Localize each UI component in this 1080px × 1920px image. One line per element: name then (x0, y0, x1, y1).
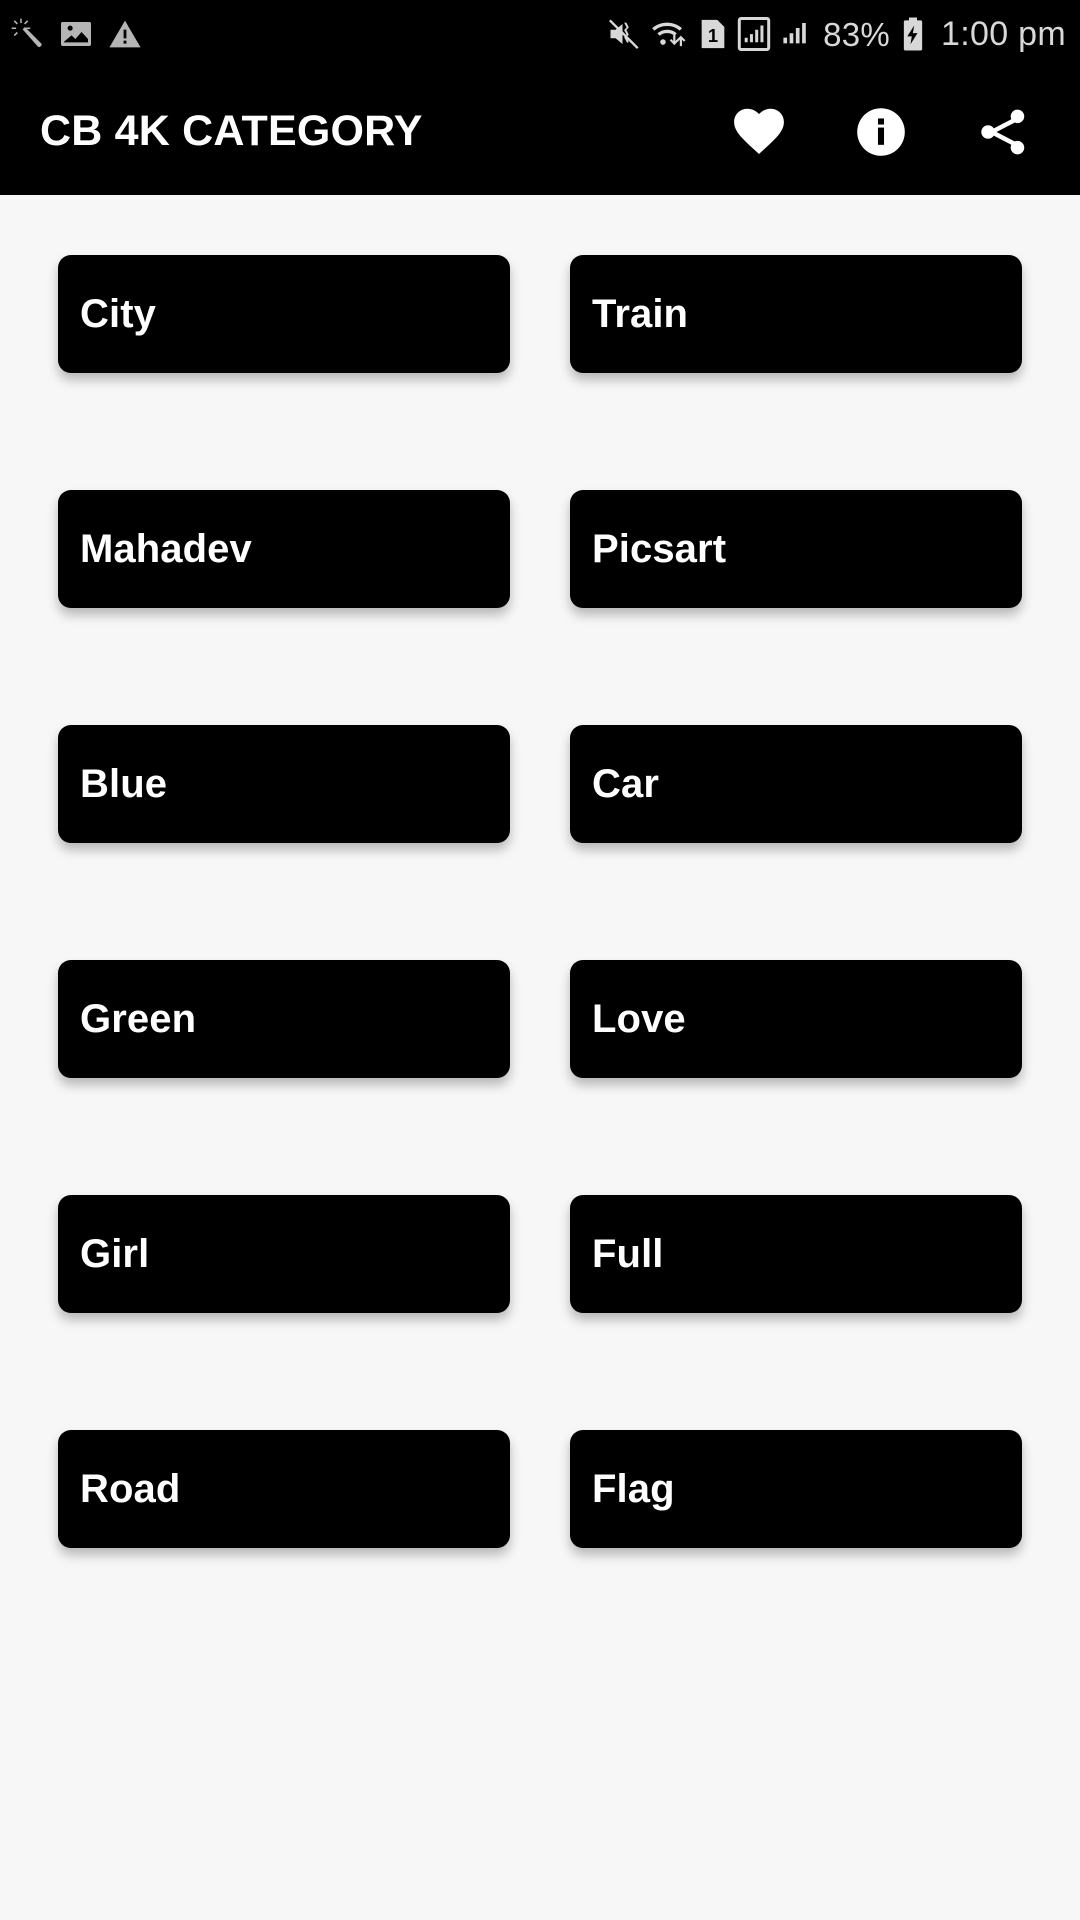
status-bar: 1 83% 1:00 pm (0, 0, 1080, 68)
warning-triangle-icon (108, 17, 142, 51)
category-card[interactable]: Girl (58, 1195, 510, 1313)
category-card[interactable]: Full (570, 1195, 1022, 1313)
category-card[interactable]: Love (570, 960, 1022, 1078)
page-title: CB 4K CATEGORY (40, 107, 423, 155)
signal-bars-icon (780, 17, 814, 51)
category-label: Road (80, 1466, 181, 1511)
status-bar-right-group: 1 83% 1:00 pm (606, 16, 1066, 52)
category-label: Green (80, 996, 197, 1041)
category-card[interactable]: Car (570, 725, 1022, 843)
image-icon (58, 16, 94, 52)
magic-wand-icon (10, 17, 44, 51)
category-label: Girl (80, 1231, 150, 1276)
status-clock: 1:00 pm (941, 15, 1066, 53)
share-button[interactable] (972, 101, 1034, 163)
category-card[interactable]: City (58, 255, 510, 373)
category-label: City (80, 291, 156, 336)
category-label: Train (592, 291, 689, 336)
category-label: Mahadev (80, 526, 252, 571)
share-icon (975, 104, 1031, 160)
svg-text:1: 1 (708, 25, 718, 46)
category-card[interactable]: Green (58, 960, 510, 1078)
sim-1-icon: 1 (698, 17, 728, 51)
volume-mute-vibrate-icon (606, 16, 642, 52)
category-card[interactable]: Blue (58, 725, 510, 843)
category-label: Love (592, 996, 686, 1041)
signal-boxed-icon (737, 16, 771, 52)
app-bar: CB 4K CATEGORY (0, 68, 1080, 195)
category-label: Full (592, 1231, 664, 1276)
status-bar-left-icons (10, 16, 142, 52)
info-button[interactable] (850, 101, 912, 163)
battery-charging-icon (899, 16, 927, 52)
app-bar-actions (728, 101, 1034, 163)
info-circle-icon (853, 104, 909, 160)
category-label: Blue (80, 761, 168, 806)
category-label: Car (592, 761, 659, 806)
favorite-heart-icon (730, 103, 788, 161)
category-label: Picsart (592, 526, 727, 571)
category-card[interactable]: Road (58, 1430, 510, 1548)
favorite-button[interactable] (728, 101, 790, 163)
wifi-data-icon (651, 16, 689, 52)
battery-percent-label: 83% (823, 15, 891, 53)
category-card[interactable]: Picsart (570, 490, 1022, 608)
category-card[interactable]: Train (570, 255, 1022, 373)
category-label: Flag (592, 1466, 675, 1511)
category-grid: City Train Mahadev Picsart Blue Car Green Love G… (0, 195, 1080, 1548)
category-card[interactable]: Mahadev (58, 490, 510, 608)
category-card[interactable]: Flag (570, 1430, 1022, 1548)
